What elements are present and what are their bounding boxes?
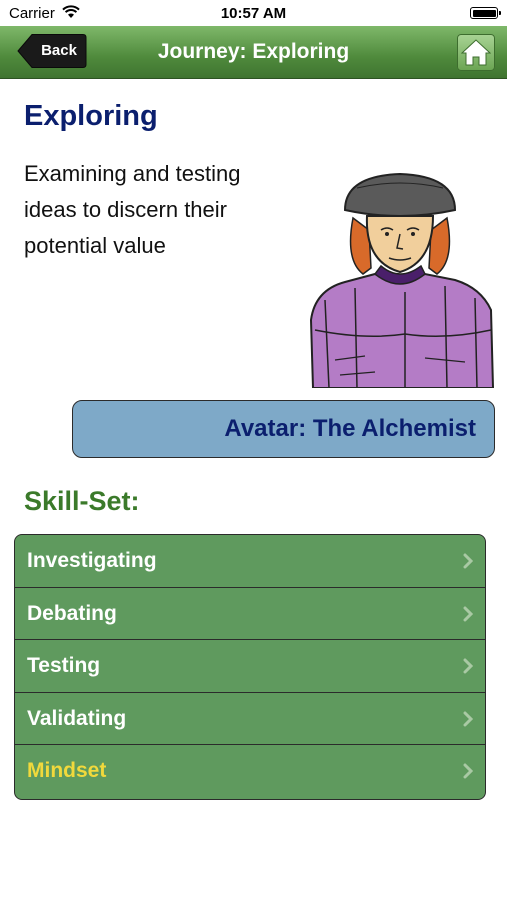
status-time: 10:57 AM xyxy=(220,5,287,22)
home-icon xyxy=(461,39,491,66)
skill-item-validating[interactable]: Validating xyxy=(15,693,485,745)
back-button-label: Back xyxy=(41,42,77,59)
skill-item-label: Investigating xyxy=(27,549,157,572)
alchemist-avatar-image xyxy=(309,172,495,388)
skill-item-testing[interactable]: Testing xyxy=(15,640,485,693)
skill-item-mindset[interactable]: Mindset xyxy=(15,745,485,799)
skill-item-label: Testing xyxy=(27,654,101,677)
chevron-right-icon xyxy=(463,553,473,569)
skill-item-label: Validating xyxy=(27,706,127,730)
avatar-button[interactable]: Avatar: The Alchemist xyxy=(72,400,495,458)
skill-item-label: Mindset xyxy=(27,759,107,782)
avatar-label: Avatar: The Alchemist xyxy=(224,415,476,442)
skill-list: Investigating Debating Testing Validatin… xyxy=(14,534,486,800)
skill-item-debating[interactable]: Debating xyxy=(15,588,485,640)
page-title: Exploring xyxy=(24,100,158,132)
navigation-bar: Back Journey: Exploring xyxy=(0,26,507,79)
battery-icon xyxy=(470,7,501,19)
skill-item-investigating[interactable]: Investigating xyxy=(15,535,485,588)
status-bar: Carrier 10:57 AM xyxy=(0,0,507,26)
back-button[interactable]: Back xyxy=(17,33,87,69)
chevron-right-icon xyxy=(463,711,473,726)
skill-item-label: Debating xyxy=(27,601,117,625)
nav-title: Journey: Exploring xyxy=(157,40,350,63)
chevron-right-icon xyxy=(463,763,473,779)
home-button[interactable] xyxy=(457,34,495,71)
chevron-right-icon xyxy=(463,658,473,674)
skill-set-title: Skill-Set: xyxy=(24,486,140,516)
stage-description: Examining and testing ideas to discern t… xyxy=(24,161,241,258)
chevron-right-icon xyxy=(463,606,473,621)
